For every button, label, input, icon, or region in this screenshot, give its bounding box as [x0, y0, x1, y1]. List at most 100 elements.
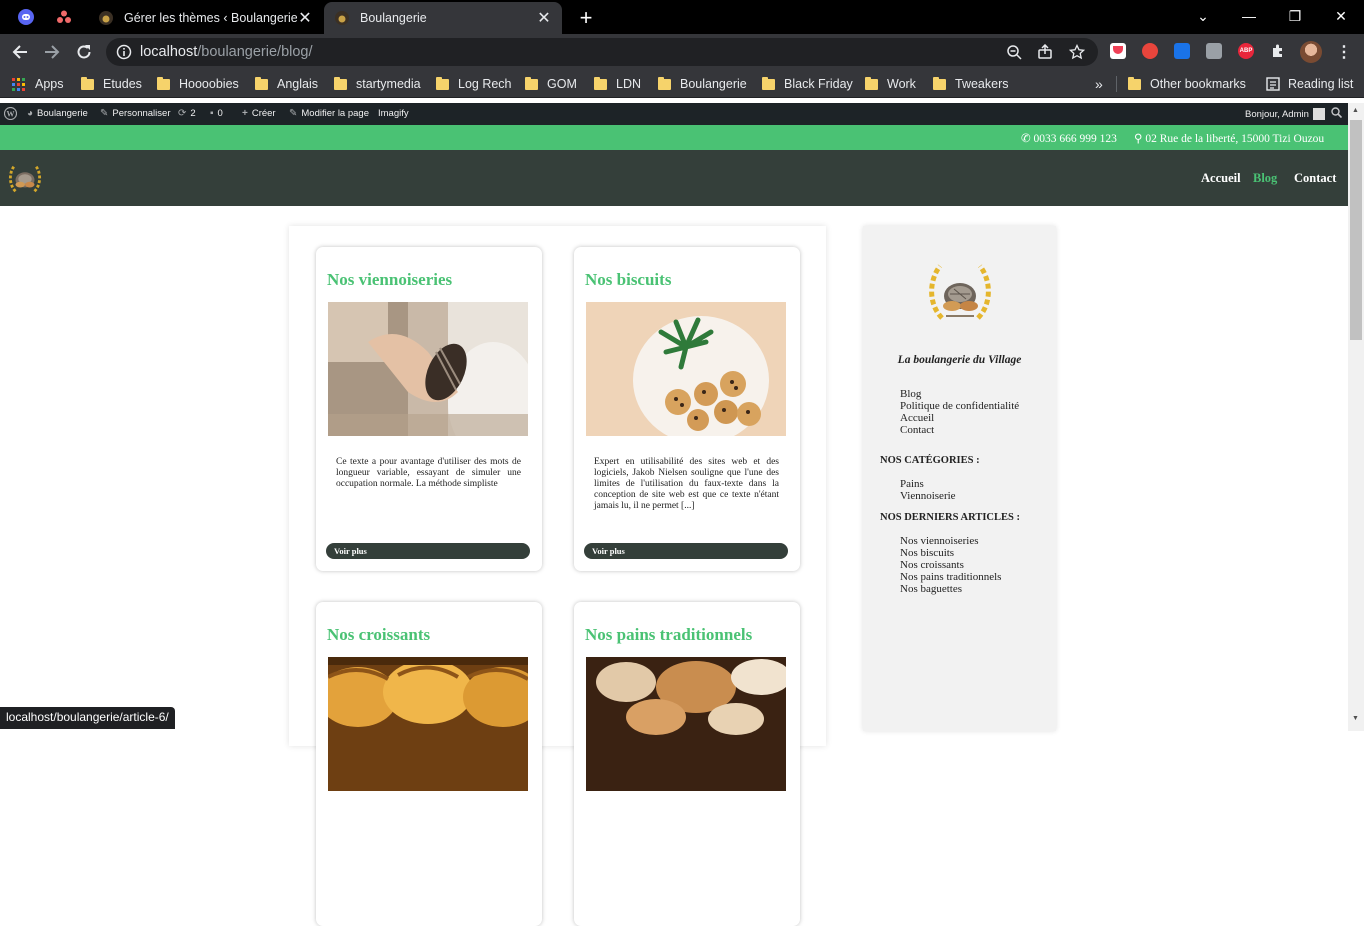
- minimize-button[interactable]: —: [1226, 0, 1272, 32]
- nav-accueil[interactable]: Accueil: [1201, 171, 1241, 186]
- post-title[interactable]: Nos pains traditionnels: [585, 625, 752, 645]
- admin-search-icon[interactable]: [1331, 107, 1342, 118]
- admin-account-link[interactable]: Bonjour, Admin: [1245, 108, 1325, 120]
- recent-articles-heading: NOS DERNIERS ARTICLES :: [880, 512, 1020, 523]
- bookmark-folder[interactable]: Etudes: [81, 76, 142, 92]
- wp-admin-bar: W ◕ Boulangerie ✎ Personnaliser ⟳ 2 ▪ 0 + Cré…: [0, 103, 1348, 125]
- site-logo[interactable]: [6, 158, 44, 198]
- recent-article-link[interactable]: Nos baguettes: [900, 583, 1001, 595]
- tab-title: Boulangerie: [360, 11, 427, 25]
- info-icon[interactable]: [116, 44, 132, 60]
- bookmark-star-icon[interactable]: [1069, 44, 1085, 60]
- bookmark-folder[interactable]: Hoooobies: [157, 76, 239, 92]
- extension-grey-icon[interactable]: [1206, 43, 1222, 59]
- recent-article-link[interactable]: Nos pains traditionnels: [900, 571, 1001, 583]
- sidebar-logo: [929, 264, 991, 320]
- bookmark-folder[interactable]: Boulangerie: [658, 76, 747, 92]
- close-tab-icon[interactable]: ✕: [536, 8, 552, 28]
- extensions-puzzle-icon[interactable]: [1270, 43, 1286, 59]
- share-icon[interactable]: [1037, 44, 1053, 60]
- sidebar: La boulangerie du Village Blog Politique…: [863, 226, 1056, 731]
- zoom-icon[interactable]: [1006, 44, 1022, 60]
- address-bar[interactable]: localhost/boulangerie/blog/: [106, 38, 1098, 66]
- admin-create-link[interactable]: + Créer: [242, 108, 276, 119]
- post-image-baker[interactable]: [328, 302, 528, 436]
- recent-article-link[interactable]: Nos croissants: [900, 559, 1001, 571]
- scroll-down-arrow-icon[interactable]: ▼: [1352, 715, 1359, 722]
- forward-button[interactable]: [40, 40, 64, 64]
- sidebar-link[interactable]: Accueil: [900, 412, 1019, 424]
- folder-icon: [157, 76, 170, 90]
- site-header: Accueil Blog Contact: [0, 150, 1348, 206]
- bookmark-folder[interactable]: Work: [865, 76, 916, 92]
- admin-customize-link[interactable]: ✎ Personnaliser: [100, 108, 170, 119]
- tab-boulangerie[interactable]: Boulangerie ✕: [324, 2, 562, 34]
- bookmark-apps[interactable]: Apps: [12, 76, 64, 92]
- bookmark-folder[interactable]: Anglais: [255, 76, 318, 92]
- post-excerpt: Ce texte a pour avantage d'utiliser des …: [336, 457, 521, 489]
- admin-imagify-link[interactable]: Imagify: [378, 108, 409, 119]
- pencil-icon: ✎: [289, 108, 298, 119]
- read-more-button[interactable]: Voir plus: [326, 543, 530, 559]
- sidebar-link[interactable]: Politique de confidentialité: [900, 400, 1019, 412]
- close-tab-icon[interactable]: ✕: [297, 8, 313, 28]
- adblock-plus-icon[interactable]: ABP: [1238, 43, 1254, 59]
- post-image-cookies[interactable]: [586, 302, 786, 436]
- category-link[interactable]: Pains: [900, 478, 956, 490]
- page-scrollbar[interactable]: ▲ ▼: [1348, 103, 1364, 731]
- pocket-extension-icon[interactable]: [1110, 43, 1126, 59]
- profile-avatar[interactable]: [1300, 41, 1322, 63]
- tab-search-icon[interactable]: ⌄: [1180, 0, 1226, 32]
- asana-pinned-tab[interactable]: [52, 6, 76, 28]
- read-more-button[interactable]: Voir plus: [584, 543, 788, 559]
- post-image-croissants[interactable]: [328, 657, 528, 791]
- bookmark-folder[interactable]: Log Rech: [436, 76, 512, 92]
- extension-red-icon[interactable]: [1142, 43, 1158, 59]
- svg-text:W: W: [7, 110, 15, 119]
- bookmarks-overflow-button[interactable]: »: [1095, 76, 1103, 92]
- sidebar-link[interactable]: Contact: [900, 424, 1019, 436]
- bookmark-folder[interactable]: GOM: [525, 76, 577, 92]
- scroll-up-arrow-icon[interactable]: ▲: [1352, 107, 1359, 114]
- recent-articles-list: Nos viennoiseries Nos biscuits Nos crois…: [900, 535, 1001, 595]
- reading-list[interactable]: Reading list: [1266, 76, 1353, 92]
- admin-edit-page-link[interactable]: ✎ Modifier la page: [289, 108, 369, 119]
- wordpress-logo-icon[interactable]: W: [4, 107, 17, 120]
- bookmark-folder[interactable]: startymedia: [334, 76, 421, 92]
- admin-site-link[interactable]: ◕ Boulangerie: [27, 108, 88, 119]
- restore-button[interactable]: ❐: [1272, 0, 1318, 32]
- back-button[interactable]: [8, 40, 32, 64]
- post-title[interactable]: Nos biscuits: [585, 270, 671, 290]
- link-status-bubble: localhost/boulangerie/article-6/: [0, 707, 175, 729]
- nav-contact[interactable]: Contact: [1294, 171, 1336, 186]
- bookmark-folder[interactable]: LDN: [594, 76, 641, 92]
- post-title[interactable]: Nos viennoiseries: [327, 270, 452, 290]
- folder-icon: [255, 76, 268, 90]
- recent-article-link[interactable]: Nos viennoiseries: [900, 535, 1001, 547]
- admin-comments-link[interactable]: ▪ 0: [210, 108, 223, 119]
- menu-kebab-icon[interactable]: ⋮: [1336, 42, 1352, 62]
- other-bookmarks[interactable]: Other bookmarks: [1128, 76, 1246, 92]
- discord-icon: [18, 9, 34, 25]
- reload-button[interactable]: [72, 40, 96, 64]
- comment-icon: ▪: [210, 108, 214, 119]
- category-link[interactable]: Viennoiserie: [900, 490, 956, 502]
- scrollbar-thumb[interactable]: [1350, 120, 1362, 340]
- discord-pinned-tab[interactable]: [14, 6, 38, 28]
- close-window-button[interactable]: ✕: [1318, 0, 1364, 32]
- bookmark-folder[interactable]: Tweakers: [933, 76, 1009, 92]
- url-text: localhost/boulangerie/blog/: [140, 44, 313, 60]
- extension-blue-icon[interactable]: [1174, 43, 1190, 59]
- tab-title: Gérer les thèmes ‹ Boulangerie —: [124, 11, 297, 25]
- post-title[interactable]: Nos croissants: [327, 625, 430, 645]
- recent-article-link[interactable]: Nos biscuits: [900, 547, 1001, 559]
- tab-strip: Gérer les thèmes ‹ Boulangerie — ✕ Boula…: [0, 0, 1364, 34]
- post-image-breads[interactable]: [586, 657, 786, 791]
- sidebar-link[interactable]: Blog: [900, 388, 1019, 400]
- nav-blog[interactable]: Blog: [1253, 171, 1277, 186]
- admin-updates-link[interactable]: ⟳ 2: [178, 108, 196, 119]
- posts-panel: Nos viennoiseries Ce texte a pour avanta…: [289, 226, 826, 926]
- new-tab-button[interactable]: +: [574, 5, 598, 31]
- bookmark-folder[interactable]: Black Friday: [762, 76, 853, 92]
- tab-themes[interactable]: Gérer les thèmes ‹ Boulangerie — ✕: [88, 2, 323, 34]
